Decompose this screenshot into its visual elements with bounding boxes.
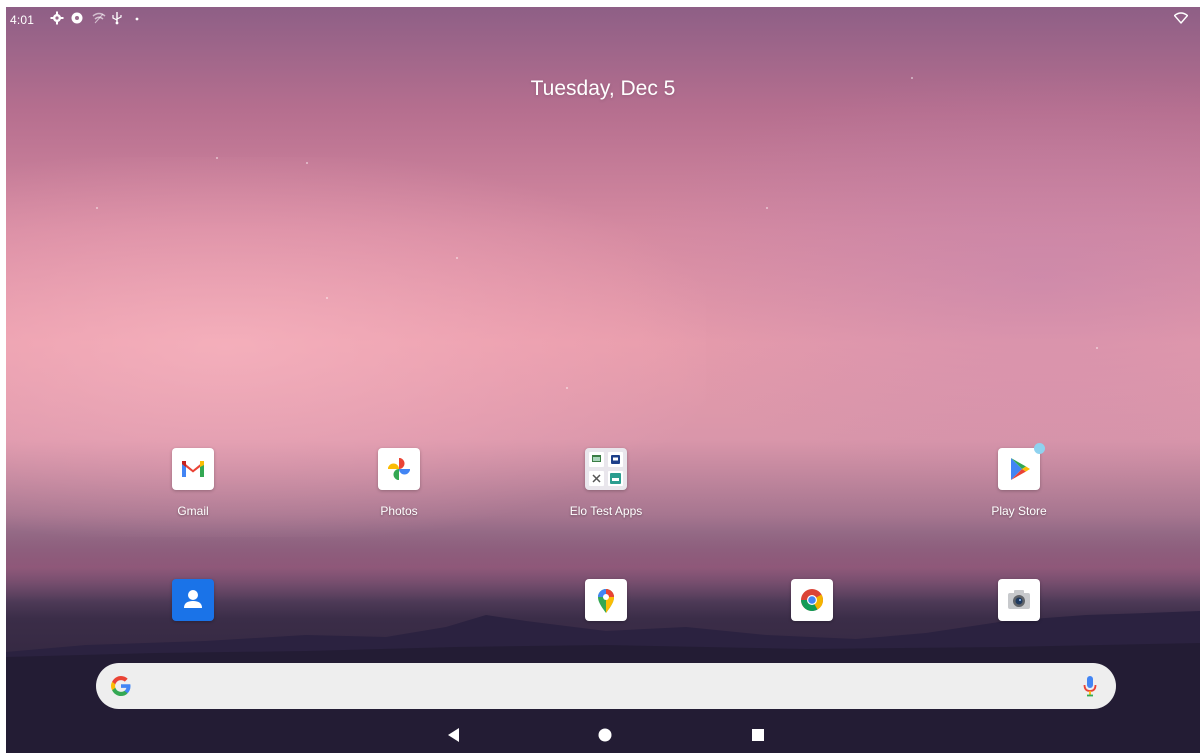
wallpaper-star xyxy=(216,157,218,159)
status-bar[interactable]: 4:01 xyxy=(6,7,1200,33)
usb-icon xyxy=(112,12,122,25)
back-button[interactable] xyxy=(444,725,464,745)
dock-contacts[interactable] xyxy=(133,579,253,621)
contacts-icon xyxy=(184,590,202,608)
wallpaper-star xyxy=(766,207,768,209)
app-folder-elo-test-apps[interactable]: Elo Test Apps xyxy=(546,448,666,518)
dock-camera[interactable] xyxy=(959,579,1079,621)
wallpaper-star xyxy=(326,297,328,299)
photos-icon xyxy=(388,458,410,480)
dock-chrome[interactable] xyxy=(752,579,872,621)
app-play-store[interactable]: Play Store xyxy=(959,443,1079,518)
app-gmail[interactable]: Gmail xyxy=(133,448,253,518)
app-label: Elo Test Apps xyxy=(569,504,643,518)
home-screen: 4:01 Tuesday, Dec 5 Gmail Photos Elo Tes… xyxy=(6,7,1200,753)
photos-tile[interactable] xyxy=(378,448,420,490)
google-search-bar[interactable] xyxy=(96,663,1116,709)
status-time: 4:01 xyxy=(10,13,35,27)
google-logo-icon[interactable] xyxy=(110,675,132,697)
search-input[interactable] xyxy=(144,671,1068,703)
home-button[interactable] xyxy=(595,725,615,745)
contacts-tile[interactable] xyxy=(172,579,214,621)
play-store-icon xyxy=(1011,458,1030,480)
wifi-icon xyxy=(1174,12,1188,24)
app-label: Gmail xyxy=(177,504,209,518)
wallpaper-star xyxy=(306,162,308,164)
app-label: Photos xyxy=(380,504,418,518)
wallpaper-star xyxy=(456,257,458,259)
network-icon xyxy=(92,12,106,24)
date-widget[interactable]: Tuesday, Dec 5 xyxy=(6,77,1200,101)
play-store-tile[interactable] xyxy=(998,443,1045,490)
recents-button[interactable] xyxy=(748,725,768,745)
app-label: Play Store xyxy=(991,504,1047,518)
gmail-icon xyxy=(182,461,204,477)
wallpaper-star xyxy=(96,207,98,209)
camera-icon xyxy=(1008,590,1030,609)
settings-icon xyxy=(50,11,64,25)
dock-maps[interactable] xyxy=(546,579,666,621)
maps-icon xyxy=(598,589,614,613)
maps-tile[interactable] xyxy=(585,579,627,621)
mic-icon[interactable] xyxy=(1082,675,1098,697)
wallpaper-glow-right xyxy=(620,67,1200,487)
folder-icon xyxy=(589,452,623,486)
wallpaper-star xyxy=(566,387,568,389)
shield-icon xyxy=(71,12,83,24)
dot-icon xyxy=(135,17,139,21)
wallpaper-star xyxy=(1096,347,1098,349)
gmail-tile[interactable] xyxy=(172,448,214,490)
camera-tile[interactable] xyxy=(998,579,1040,621)
app-photos[interactable]: Photos xyxy=(339,448,459,518)
chrome-icon xyxy=(801,589,823,611)
chrome-tile[interactable] xyxy=(791,579,833,621)
notification-badge xyxy=(1034,443,1045,454)
folder-tile[interactable] xyxy=(585,448,627,490)
